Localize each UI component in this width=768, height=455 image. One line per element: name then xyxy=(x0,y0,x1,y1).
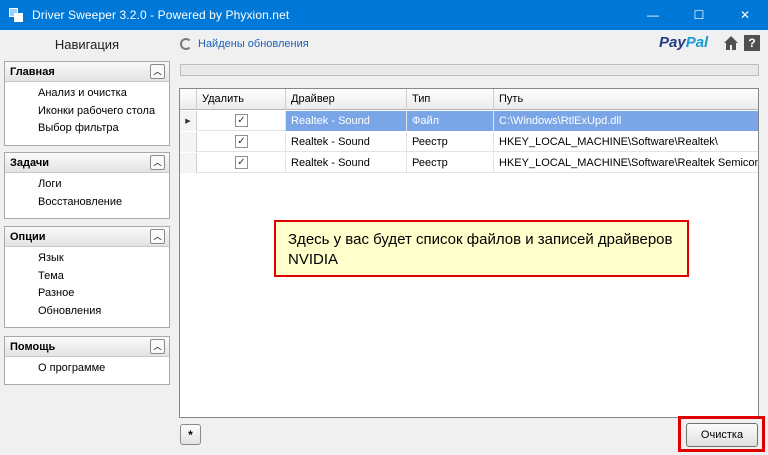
select-all-button[interactable]: * xyxy=(180,424,201,445)
nav-item-updates[interactable]: Обновления xyxy=(5,303,169,321)
nav-item-filter-select[interactable]: Выбор фильтра xyxy=(5,120,169,138)
navigation-title: Навигация xyxy=(54,37,120,52)
collapse-icon[interactable]: ︿ xyxy=(150,229,165,244)
nav-item-analyze-clean[interactable]: Анализ и очистка xyxy=(5,85,169,103)
panel-header-label: Опции xyxy=(10,231,46,243)
nav-item-theme[interactable]: Тема xyxy=(5,268,169,286)
home-icon[interactable] xyxy=(723,35,739,51)
row-marker-cell xyxy=(180,132,197,152)
cell-path: C:\Windows\RtlExUpd.dll xyxy=(494,111,758,131)
nav-item-misc[interactable]: Разное xyxy=(5,285,169,303)
nav-item-about[interactable]: О программе xyxy=(5,360,169,378)
cell-path: HKEY_LOCAL_MACHINE\Software\Realtek\ xyxy=(499,136,718,148)
nav-item-restore[interactable]: Восстановление xyxy=(5,194,169,212)
cell-path: HKEY_LOCAL_MACHINE\Software\Realtek Semi… xyxy=(499,157,758,169)
window-title: Driver Sweeper 3.2.0 - Powered by Phyxio… xyxy=(32,8,290,22)
collapse-icon[interactable]: ︿ xyxy=(150,155,165,170)
column-header-delete[interactable]: Удалить xyxy=(197,89,286,110)
cell-type: Реестр xyxy=(407,153,494,173)
updates-found-link[interactable]: Найдены обновления xyxy=(198,38,309,50)
cell-driver: Realtek - Sound xyxy=(286,132,407,152)
delete-checkbox[interactable]: ✓ xyxy=(235,114,248,127)
paypal-text-a: Pay xyxy=(659,34,686,51)
maximize-button[interactable]: ☐ xyxy=(676,0,722,30)
panel-header-help[interactable]: Помощь ︿ xyxy=(5,337,169,357)
delete-checkbox[interactable]: ✓ xyxy=(235,156,248,169)
clean-button[interactable]: Очистка xyxy=(686,423,758,447)
nav-item-language[interactable]: Язык xyxy=(5,250,169,268)
row-marker-cell xyxy=(180,153,197,173)
panel-header-label: Помощь xyxy=(10,341,56,353)
column-header-path[interactable]: Путь xyxy=(494,89,758,110)
panel-options: Опции ︿ Язык Тема Разное Обновления xyxy=(4,226,170,328)
progress-bar xyxy=(180,64,759,76)
cell-delete: ✓ xyxy=(197,111,286,131)
app-icon xyxy=(8,7,24,23)
annotation-callout: Здесь у вас будет список файлов и записе… xyxy=(274,220,689,277)
refresh-icon xyxy=(180,38,192,50)
close-button[interactable]: ✕ xyxy=(722,0,768,30)
delete-checkbox[interactable]: ✓ xyxy=(235,135,248,148)
cell-driver: Realtek - Sound xyxy=(286,111,407,131)
row-marker-icon: ▶ xyxy=(180,111,197,131)
panel-header-main[interactable]: Главная ︿ xyxy=(5,62,169,82)
cell-delete: ✓ xyxy=(197,132,286,152)
cell-driver: Realtek - Sound xyxy=(286,153,407,173)
column-header-type[interactable]: Тип xyxy=(407,89,494,110)
table-header: Удалить Драйвер Тип Путь xyxy=(180,89,758,110)
cell-type: Файл xyxy=(407,111,494,131)
minimize-button[interactable]: — xyxy=(630,0,676,30)
column-header-driver[interactable]: Драйвер xyxy=(286,89,407,110)
panel-main: Главная ︿ Анализ и очистка Иконки рабоче… xyxy=(4,61,170,146)
collapse-icon[interactable]: ︿ xyxy=(150,339,165,354)
nav-item-logs[interactable]: Логи xyxy=(5,176,169,194)
title-bar[interactable]: Driver Sweeper 3.2.0 - Powered by Phyxio… xyxy=(0,0,768,30)
header-marker-cell xyxy=(180,89,197,110)
table-row[interactable]: ✓ Realtek - Sound Реестр HKEY_LOCAL_MACH… xyxy=(180,132,758,152)
cell-delete: ✓ xyxy=(197,153,286,173)
panel-header-tasks[interactable]: Задачи ︿ xyxy=(5,153,169,173)
panel-header-label: Задачи xyxy=(10,157,49,169)
panel-header-label: Главная xyxy=(10,66,55,78)
panel-help: Помощь ︿ О программе xyxy=(4,336,170,385)
table-row[interactable]: ✓ Realtek - Sound Реестр HKEY_LOCAL_MACH… xyxy=(180,153,758,173)
help-icon[interactable]: ? xyxy=(744,35,760,51)
paypal-text-b: Pal xyxy=(685,34,709,51)
cell-type: Реестр xyxy=(407,132,494,152)
table-row[interactable]: ▶ ✓ Realtek - Sound Файл C:\Windows\RtlE… xyxy=(180,111,758,131)
paypal-logo[interactable]: PayPal xyxy=(659,34,708,51)
nav-item-desktop-icons[interactable]: Иконки рабочего стола xyxy=(5,103,169,121)
panel-tasks: Задачи ︿ Логи Восстановление xyxy=(4,152,170,219)
panel-header-options[interactable]: Опции ︿ xyxy=(5,227,169,247)
collapse-icon[interactable]: ︿ xyxy=(150,64,165,79)
